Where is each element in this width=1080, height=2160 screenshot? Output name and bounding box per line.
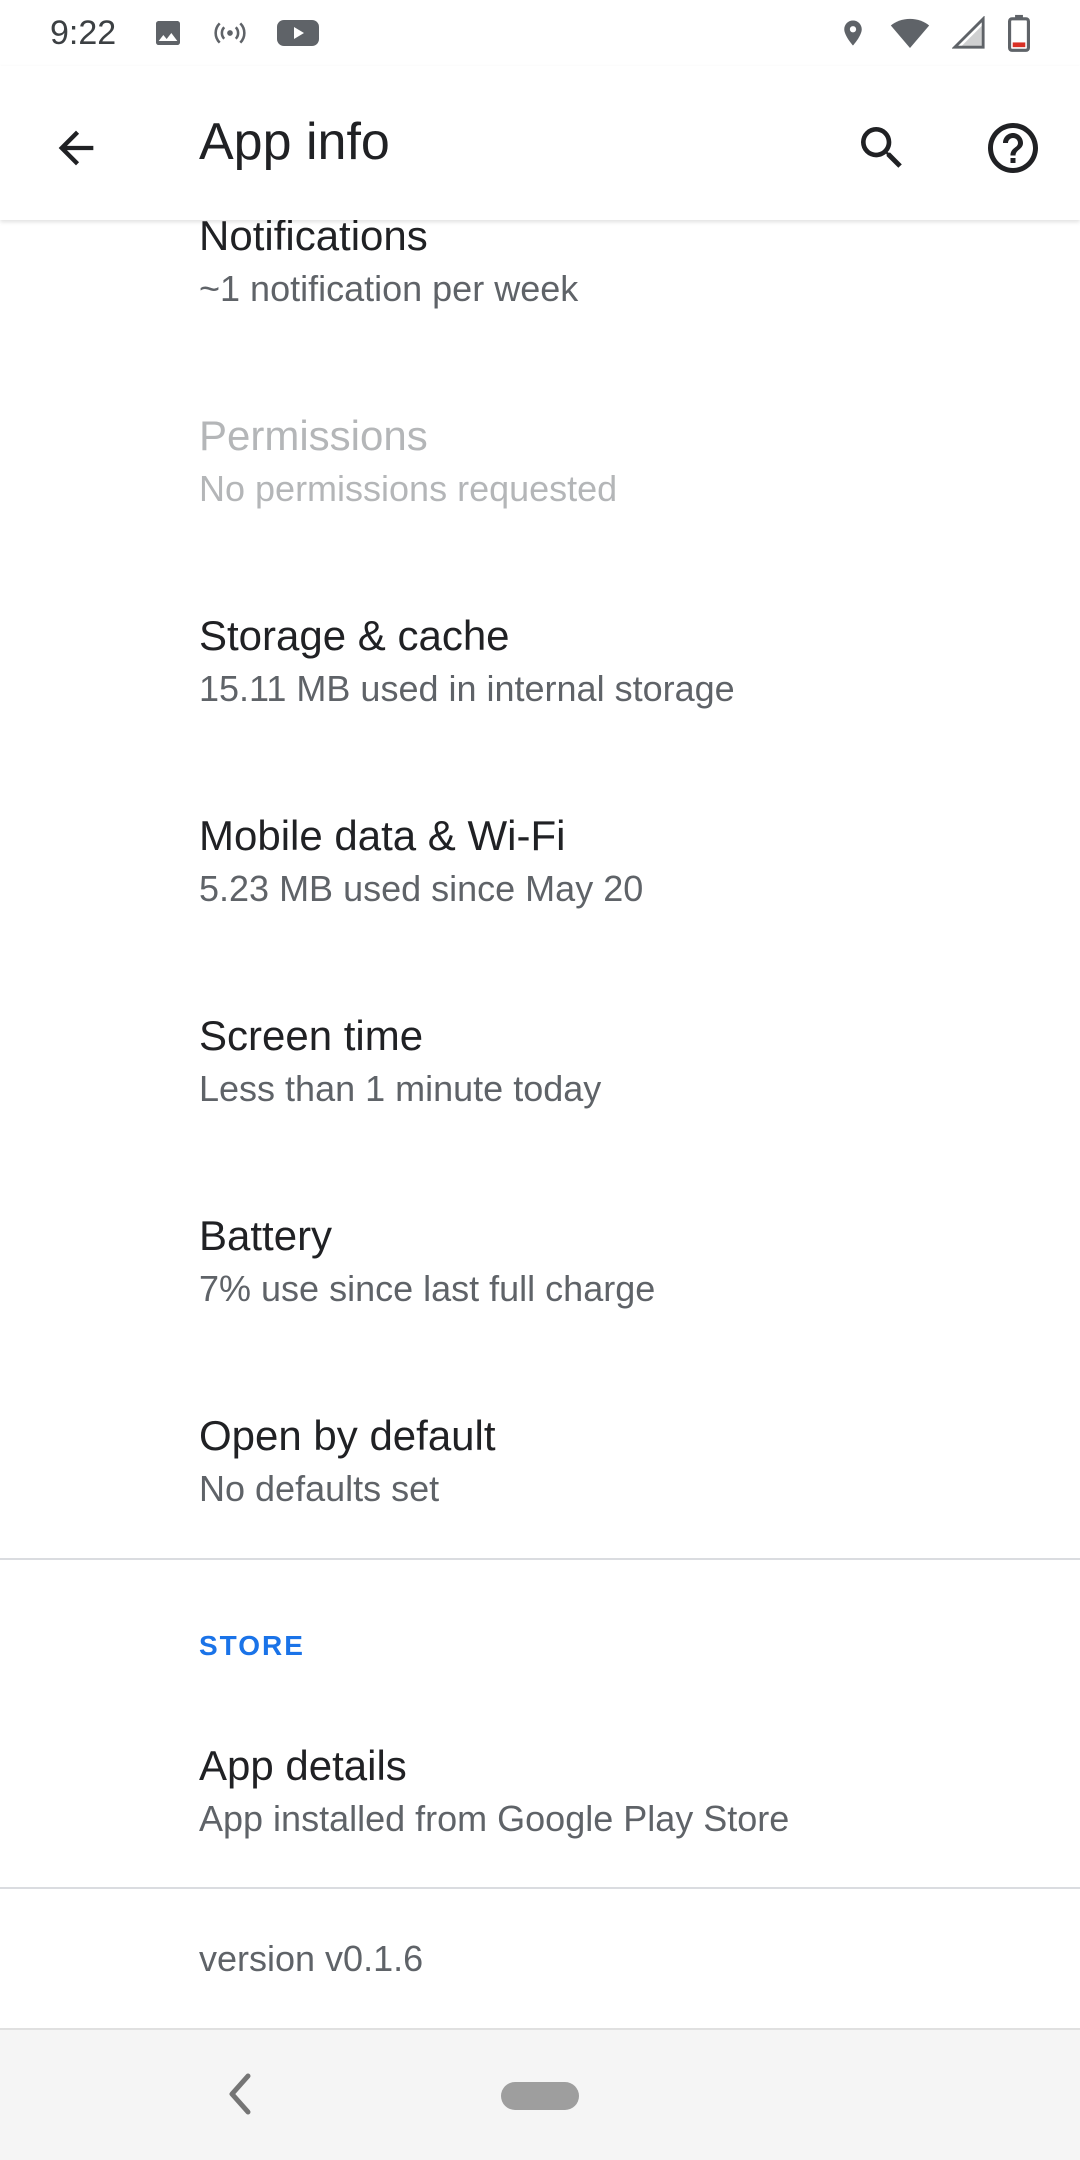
list-item-title: Mobile data & Wi-Fi <box>199 812 566 859</box>
hotspot-icon <box>212 17 248 49</box>
list-item-mobile-data-wifi[interactable]: Mobile data & Wi-Fi 5.23 MB used since M… <box>0 800 1080 1000</box>
app-bar: App info <box>0 66 1080 220</box>
list-item-subtitle: 15.11 MB used in internal storage <box>199 668 735 709</box>
list-item-subtitle: 5.23 MB used since May 20 <box>199 868 644 909</box>
list-item-title: App details <box>199 1742 407 1789</box>
image-icon <box>152 17 184 49</box>
status-time: 9:22 <box>50 13 117 52</box>
list-item-title: Screen time <box>199 1012 424 1059</box>
list-item-permissions: Permissions No permissions requested <box>0 400 1080 600</box>
list-item-subtitle: 7% use since last full charge <box>199 1268 656 1309</box>
battery-icon <box>1008 14 1030 52</box>
list-item-subtitle: No defaults set <box>199 1468 440 1509</box>
home-pill-icon[interactable] <box>501 2082 579 2110</box>
store-section-header: STORE <box>199 1630 305 1661</box>
list-item-storage-cache[interactable]: Storage & cache 15.11 MB used in interna… <box>0 600 1080 800</box>
section-divider <box>0 1558 1080 1560</box>
list-item-notifications[interactable]: Notifications ~1 notification per week <box>0 200 1080 400</box>
list-item-title: Battery <box>199 1212 333 1259</box>
youtube-icon <box>276 17 320 49</box>
version-divider <box>0 1887 1080 1889</box>
list-item-title: Permissions <box>199 412 428 459</box>
page-title: App info <box>199 113 390 171</box>
list-item-app-details[interactable]: App details App installed from Google Pl… <box>0 1730 1080 1930</box>
list-item-screen-time[interactable]: Screen time Less than 1 minute today <box>0 1000 1080 1200</box>
status-bar: 9:22 <box>0 0 1080 66</box>
list-item-subtitle: App installed from Google Play Store <box>199 1798 790 1839</box>
location-icon <box>838 16 868 50</box>
list-item-subtitle: ~1 notification per week <box>199 268 579 309</box>
list-item-battery[interactable]: Battery 7% use since last full charge <box>0 1200 1080 1400</box>
notification-icons <box>152 17 320 49</box>
version-label: version v0.1.6 <box>199 1938 424 1979</box>
cellular-signal-icon <box>952 16 986 50</box>
list-item-subtitle: No permissions requested <box>199 468 618 509</box>
list-item-subtitle: Less than 1 minute today <box>199 1068 602 1109</box>
wifi-icon <box>890 16 930 50</box>
nav-back-icon <box>226 2072 254 2121</box>
help-button[interactable] <box>973 110 1053 190</box>
search-button[interactable] <box>842 110 922 190</box>
arrow-back-icon <box>50 122 102 179</box>
list-item-title: Open by default <box>199 1412 496 1459</box>
search-icon <box>854 120 910 181</box>
navigation-bar <box>0 2028 1080 2160</box>
back-button[interactable] <box>36 110 116 190</box>
app-info-screen: 9:22 App info Notifications ~1 notificat… <box>0 0 1080 2160</box>
system-status-icons <box>838 14 1030 52</box>
help-icon <box>983 118 1043 183</box>
list-item-open-by-default[interactable]: Open by default No defaults set <box>0 1400 1080 1600</box>
nav-back-button[interactable] <box>218 2066 262 2126</box>
list-item-title: Storage & cache <box>199 612 510 659</box>
